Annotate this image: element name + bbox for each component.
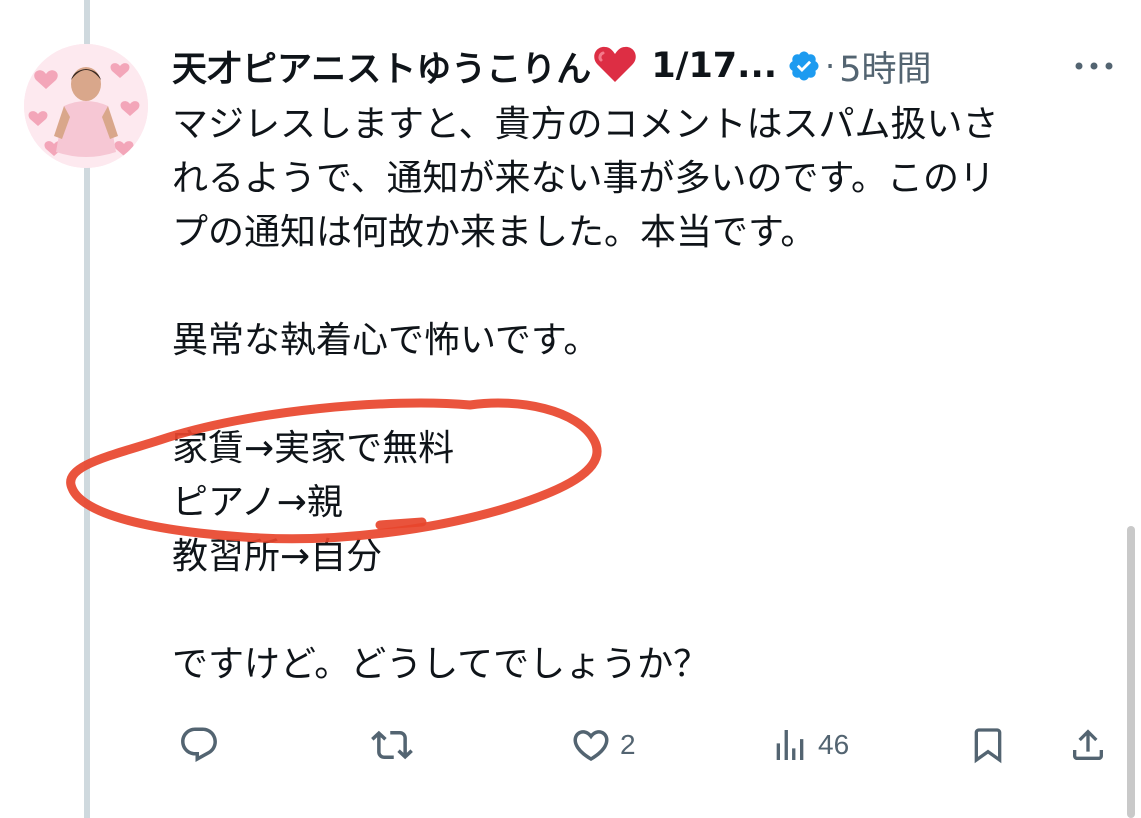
more-horizontal-icon[interactable] bbox=[1072, 58, 1116, 74]
like-count: 2 bbox=[620, 729, 636, 760]
tweet-body-line: れるようで、通知が来ない事が多いのです。このリ bbox=[172, 158, 995, 199]
tweet-body-line: 家賃→実家で無料 bbox=[172, 428, 455, 469]
tweet-body-line: プの通知は何故か来ました。本当です。 bbox=[172, 212, 817, 253]
tweet-body-line: 異常な執着心で怖いです。 bbox=[172, 320, 600, 361]
avatar[interactable] bbox=[24, 44, 148, 168]
separator-dot: · bbox=[825, 47, 836, 85]
action-bar: 2 46 bbox=[172, 720, 1112, 770]
like-button[interactable]: 2 bbox=[570, 720, 636, 770]
red-heart-emoji-icon bbox=[593, 44, 637, 88]
bookmark-icon bbox=[974, 728, 1002, 764]
display-name[interactable]: 天才ピアニストゆうこりん bbox=[172, 41, 591, 92]
verified-badge-icon bbox=[787, 49, 821, 83]
tweet-body-line: 教習所→自分 bbox=[172, 536, 383, 577]
tweet-body-blank-line bbox=[172, 368, 1107, 422]
heart-icon bbox=[573, 730, 609, 762]
reply-icon bbox=[181, 727, 217, 762]
views-count: 46 bbox=[818, 729, 850, 760]
bookmark-button[interactable] bbox=[968, 720, 1008, 770]
tweet-body-blank-line bbox=[172, 260, 1107, 314]
views-button[interactable]: 46 bbox=[770, 720, 849, 770]
tweet-body-line: ですけど。どうしてでしょうか？ bbox=[172, 644, 710, 685]
timestamp[interactable]: 5時間 bbox=[839, 41, 931, 92]
retweet-button[interactable] bbox=[370, 720, 422, 770]
avatar-image bbox=[24, 44, 148, 168]
scrollbar[interactable] bbox=[1127, 526, 1135, 818]
tweet-body: マジレスしますと、貴方のコメントはスパム扱いさ れるようで、通知が来ない事が多い… bbox=[172, 98, 1107, 692]
share-button[interactable] bbox=[1068, 720, 1108, 770]
tweet-body-line: ピアノ→親 bbox=[172, 482, 343, 523]
tweet-header: 天才ピアニストゆうこりん 1/17... · 5時間 bbox=[172, 38, 932, 94]
handle-truncated[interactable]: 1/17... bbox=[651, 46, 777, 86]
retweet-icon bbox=[371, 730, 413, 760]
share-icon bbox=[1073, 729, 1103, 760]
tweet-body-blank-line bbox=[172, 584, 1107, 638]
reply-button[interactable] bbox=[178, 720, 228, 770]
tweet-body-line: マジレスしますと、貴方のコメントはスパム扱いさ bbox=[172, 104, 999, 145]
views-bar-chart-icon bbox=[776, 730, 804, 760]
